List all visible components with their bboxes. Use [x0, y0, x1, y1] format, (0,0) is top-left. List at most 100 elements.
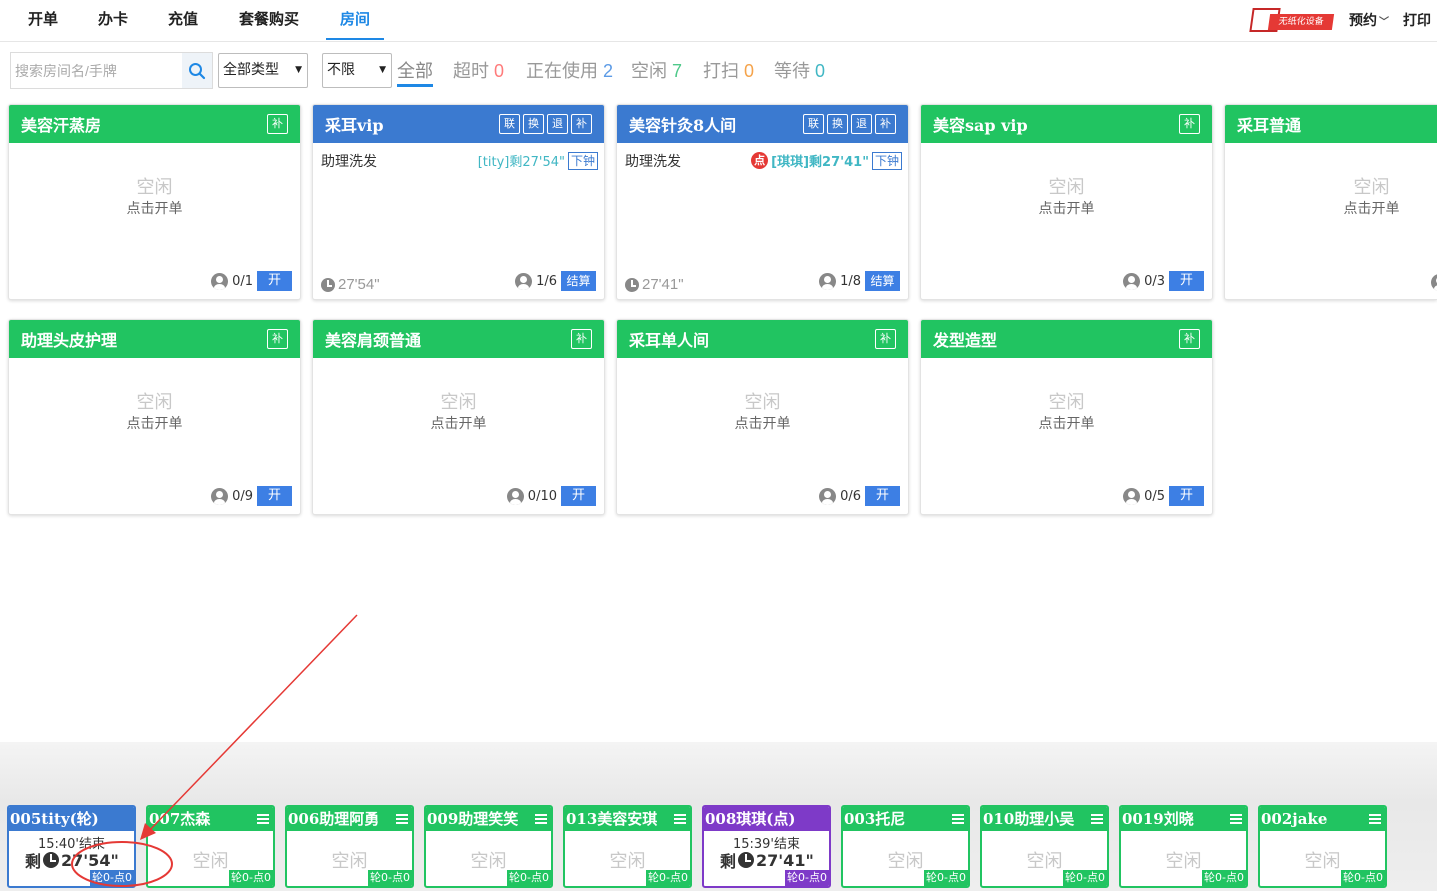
technician-card[interactable]: 005tity(轮) 15:40'结束 剩 27'54" 轮0-点0 — [7, 805, 136, 888]
technician-card[interactable]: 003托尼 空闲 轮0-点0 — [841, 805, 970, 888]
room-card[interactable]: 采耳普通 空闲 点击开单 — [1224, 104, 1437, 300]
technician-rotation-badge: 轮0-点0 — [1341, 870, 1385, 886]
status-label: 全部 — [397, 61, 433, 81]
room-name: 美容汗蒸房 — [21, 116, 102, 135]
room-card[interactable]: 发型造型 补 空闲 点击开单 0/5 开 — [920, 319, 1213, 515]
status-filter-idle[interactable]: 空闲 7 — [631, 57, 682, 83]
nav-item-recharge[interactable]: 充值 — [168, 0, 198, 40]
room-card[interactable]: 美容汗蒸房 补 空闲 点击开单 0/1 开 — [8, 104, 301, 300]
technician-header: 003托尼 — [843, 807, 968, 831]
menu-icon[interactable] — [1369, 814, 1381, 824]
print-button[interactable]: 打印 — [1403, 10, 1431, 30]
technician-card[interactable]: 013美容安琪 空闲 轮0-点0 — [563, 805, 692, 888]
technician-card[interactable]: 0019刘晓 空闲 轮0-点0 — [1119, 805, 1248, 888]
nav-item-package[interactable]: 套餐购买 — [239, 0, 299, 40]
supplement-button[interactable]: 补 — [1179, 114, 1200, 134]
settle-button[interactable]: 结算 — [865, 271, 900, 291]
status-label: 空闲 — [631, 61, 667, 81]
technician-card[interactable]: 009助理笑笑 空闲 轮0-点0 — [424, 805, 553, 888]
nav-item-open-order[interactable]: 开单 — [28, 0, 58, 40]
refund-button[interactable]: 退 — [547, 114, 568, 134]
menu-icon[interactable] — [952, 814, 964, 824]
room-card[interactable]: 采耳单人间 补 空闲 点击开单 0/6 开 — [616, 319, 909, 515]
reserve-menu[interactable]: 预约 ﹀ — [1349, 10, 1389, 30]
technician-card[interactable]: 002jake 空闲 轮0-点0 — [1258, 805, 1387, 888]
open-room-button[interactable]: 开 — [257, 271, 292, 291]
menu-icon[interactable] — [1091, 814, 1103, 824]
paperless-device-logo[interactable]: 无纸化设备 — [1249, 6, 1335, 34]
room-open-hint: 点击开单 — [1038, 416, 1095, 432]
room-idle-text: 空闲 — [136, 392, 173, 412]
technician-card[interactable]: 010助理小吴 空闲 轮0-点0 — [980, 805, 1109, 888]
open-room-button[interactable]: 开 — [865, 486, 900, 506]
clock-off-button[interactable]: 下钟 — [567, 151, 598, 170]
menu-icon[interactable] — [674, 814, 686, 824]
status-label: 超时 — [453, 61, 489, 81]
search-button[interactable] — [182, 53, 212, 88]
user-icon — [819, 487, 837, 505]
supplement-button[interactable]: 补 — [875, 329, 896, 349]
room-card[interactable]: 采耳vip 联 换 退 补 助理洗发 [tity]剩27'54" 下钟 27'5… — [312, 104, 605, 300]
limit-value: 不限 — [327, 62, 355, 78]
link-button[interactable]: 联 — [499, 114, 520, 134]
supplement-button[interactable]: 补 — [1179, 329, 1200, 349]
limit-select[interactable]: 不限 ▼ — [322, 53, 392, 88]
room-card[interactable]: 美容sap vip 补 空闲 点击开单 0/3 开 — [920, 104, 1213, 300]
technician-card[interactable]: 008琪琪(点) 15:39'结束 剩 27'41" 轮0-点0 — [702, 805, 831, 888]
user-icon — [1123, 272, 1141, 290]
menu-icon[interactable] — [396, 814, 408, 824]
technician-name: 010助理小吴 — [983, 810, 1075, 828]
status-label: 打扫 — [703, 61, 739, 81]
clock-off-button[interactable]: 下钟 — [871, 151, 902, 170]
open-room-button[interactable]: 开 — [1169, 271, 1204, 291]
nav-item-card[interactable]: 办卡 — [98, 0, 128, 40]
status-filter-all[interactable]: 全部 — [397, 57, 433, 87]
room-occupancy: 1/8 — [840, 273, 861, 289]
user-icon — [211, 487, 229, 505]
remaining-prefix: 剩 — [25, 852, 42, 871]
swap-button[interactable]: 换 — [827, 114, 848, 134]
menu-icon[interactable] — [1230, 814, 1242, 824]
room-occupancy: 0/5 — [1144, 488, 1165, 504]
room-idle-text: 空闲 — [136, 177, 173, 197]
room-header: 采耳单人间 补 — [617, 320, 908, 358]
technician-card[interactable]: 007杰森 空闲 轮0-点0 — [146, 805, 275, 888]
link-button[interactable]: 联 — [803, 114, 824, 134]
nav-item-rooms[interactable]: 房间 — [326, 0, 385, 40]
search-input[interactable] — [15, 59, 179, 83]
open-room-button[interactable]: 开 — [1169, 486, 1204, 506]
room-timer: 27'54" — [321, 276, 380, 293]
menu-icon[interactable] — [535, 814, 547, 824]
technician-card[interactable]: 006助理阿勇 空闲 轮0-点0 — [285, 805, 414, 888]
top-nav: 开单 办卡 充值 套餐购买 房间 无纸化设备 预约 ﹀ 打印 — [0, 0, 1437, 42]
supplement-button[interactable]: 补 — [571, 114, 592, 134]
room-card[interactable]: 美容肩颈普通 补 空闲 点击开单 0/10 开 — [312, 319, 605, 515]
room-idle-text: 空闲 — [440, 392, 477, 412]
open-room-button[interactable]: 开 — [561, 486, 596, 506]
room-occupancy: 0/6 — [840, 488, 861, 504]
status-filter-waiting[interactable]: 等待 0 — [774, 57, 825, 83]
room-card[interactable]: 助理头皮护理 补 空闲 点击开单 0/9 开 — [8, 319, 301, 515]
technician-header: 009助理笑笑 — [426, 807, 551, 831]
technician-name: 008琪琪(点) — [705, 810, 796, 828]
supplement-button[interactable]: 补 — [267, 329, 288, 349]
swap-button[interactable]: 换 — [523, 114, 544, 134]
supplement-button[interactable]: 补 — [571, 329, 592, 349]
menu-icon[interactable] — [257, 814, 269, 824]
room-type-select[interactable]: 全部类型 ▼ — [218, 53, 308, 88]
technician-header: 010助理小吴 — [982, 807, 1107, 831]
room-idle-text: 空闲 — [744, 392, 781, 412]
status-filter-in-use[interactable]: 正在使用 2 — [526, 57, 613, 83]
room-occupancy: 0/1 — [232, 273, 253, 289]
room-card[interactable]: 美容针灸8人间 联 换 退 补 助理洗发 点 [琪琪]剩27'41" 下钟 27… — [616, 104, 909, 300]
reserve-label: 预约 — [1349, 13, 1377, 29]
supplement-button[interactable]: 补 — [267, 114, 288, 134]
clock-icon — [738, 852, 755, 868]
status-filter-overtime[interactable]: 超时 0 — [453, 57, 504, 83]
refund-button[interactable]: 退 — [851, 114, 872, 134]
status-count: 7 — [672, 61, 683, 81]
open-room-button[interactable]: 开 — [257, 486, 292, 506]
supplement-button[interactable]: 补 — [875, 114, 896, 134]
status-filter-cleaning[interactable]: 打扫 0 — [703, 57, 754, 83]
settle-button[interactable]: 结算 — [561, 271, 596, 291]
